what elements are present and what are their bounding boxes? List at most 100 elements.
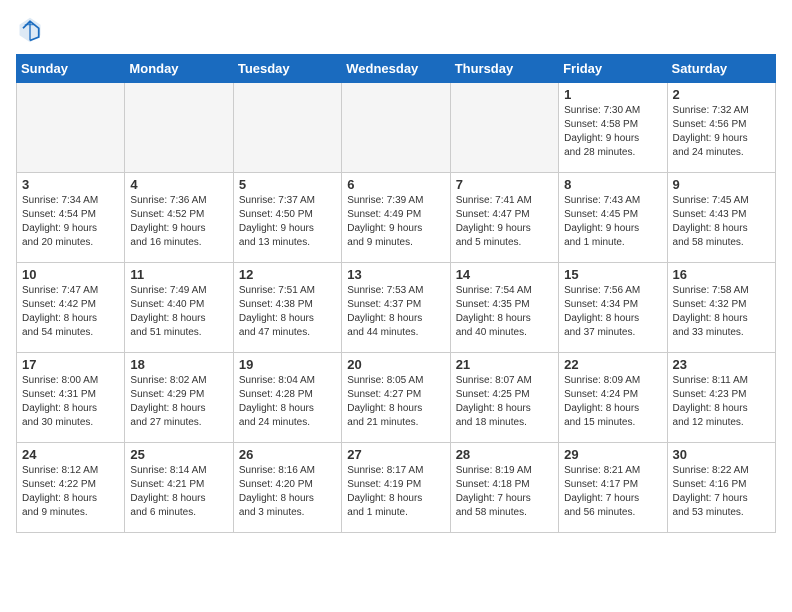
day-number: 17: [22, 357, 119, 372]
day-number: 24: [22, 447, 119, 462]
day-cell: 13 Sunrise: 7:53 AM Sunset: 4:37 PM Dayli…: [342, 263, 450, 353]
day-number: 19: [239, 357, 336, 372]
day-cell: 25 Sunrise: 8:14 AM Sunset: 4:21 PM Dayli…: [125, 443, 233, 533]
day-info: Sunrise: 8:21 AM Sunset: 4:17 PM Dayligh…: [564, 464, 661, 520]
week-row-5: 24 Sunrise: 8:12 AM Sunset: 4:22 PM Dayli…: [17, 443, 776, 533]
day-cell: 5 Sunrise: 7:37 AM Sunset: 4:50 PM Daylig…: [233, 173, 341, 263]
day-number: 22: [564, 357, 661, 372]
day-cell: [233, 83, 341, 173]
col-header-monday: Monday: [125, 55, 233, 83]
day-cell: [125, 83, 233, 173]
day-cell: 30Sunrise: 8:22 AM Sunset: 4:16 PM Dayli…: [667, 443, 775, 533]
day-cell: [450, 83, 558, 173]
day-info: Sunrise: 8:17 AM Sunset: 4:19 PM Dayligh…: [347, 464, 444, 520]
day-cell: 24 Sunrise: 8:12 AM Sunset: 4:22 PM Dayli…: [17, 443, 125, 533]
day-cell: 19Sunrise: 8:04 AM Sunset: 4:28 PM Dayli…: [233, 353, 341, 443]
day-info: Sunrise: 8:05 AM Sunset: 4:27 PM Dayligh…: [347, 374, 444, 430]
day-info: Sunrise: 7:53 AM Sunset: 4:37 PM Dayligh…: [347, 284, 444, 340]
day-number: 21: [456, 357, 553, 372]
calendar-table: SundayMondayTuesdayWednesdayThursdayFrid…: [16, 54, 776, 533]
day-number: 26: [239, 447, 336, 462]
day-info: Sunrise: 8:16 AM Sunset: 4:20 PM Dayligh…: [239, 464, 336, 520]
day-number: 18: [130, 357, 227, 372]
day-cell: 29 Sunrise: 8:21 AM Sunset: 4:17 PM Dayli…: [559, 443, 667, 533]
day-number: 6: [347, 177, 444, 192]
day-number: 10: [22, 267, 119, 282]
day-cell: [342, 83, 450, 173]
day-info: Sunrise: 7:30 AM Sunset: 4:58 PM Dayligh…: [564, 104, 661, 160]
week-row-1: 1 Sunrise: 7:30 AM Sunset: 4:58 PM Daylig…: [17, 83, 776, 173]
day-cell: 22 Sunrise: 8:09 AM Sunset: 4:24 PM Dayli…: [559, 353, 667, 443]
day-cell: 11 Sunrise: 7:49 AM Sunset: 4:40 PM Dayli…: [125, 263, 233, 353]
day-number: 28: [456, 447, 553, 462]
day-number: 23: [673, 357, 770, 372]
day-cell: [17, 83, 125, 173]
day-cell: 10Sunrise: 7:47 AM Sunset: 4:42 PM Dayli…: [17, 263, 125, 353]
day-info: Sunrise: 7:51 AM Sunset: 4:38 PM Dayligh…: [239, 284, 336, 340]
day-cell: 23 Sunrise: 8:11 AM Sunset: 4:23 PM Dayli…: [667, 353, 775, 443]
day-cell: 2 Sunrise: 7:32 AM Sunset: 4:56 PM Daylig…: [667, 83, 775, 173]
day-info: Sunrise: 8:09 AM Sunset: 4:24 PM Dayligh…: [564, 374, 661, 430]
day-cell: 15Sunrise: 7:56 AM Sunset: 4:34 PM Dayli…: [559, 263, 667, 353]
week-row-2: 3 Sunrise: 7:34 AM Sunset: 4:54 PM Daylig…: [17, 173, 776, 263]
day-number: 1: [564, 87, 661, 102]
day-info: Sunrise: 7:56 AM Sunset: 4:34 PM Dayligh…: [564, 284, 661, 340]
week-row-4: 17 Sunrise: 8:00 AM Sunset: 4:31 PM Dayli…: [17, 353, 776, 443]
day-number: 5: [239, 177, 336, 192]
day-number: 20: [347, 357, 444, 372]
day-number: 12: [239, 267, 336, 282]
day-cell: 12 Sunrise: 7:51 AM Sunset: 4:38 PM Dayli…: [233, 263, 341, 353]
day-info: Sunrise: 8:00 AM Sunset: 4:31 PM Dayligh…: [22, 374, 119, 430]
page-header: [16, 16, 776, 44]
day-cell: 21 Sunrise: 8:07 AM Sunset: 4:25 PM Dayli…: [450, 353, 558, 443]
day-cell: 26 Sunrise: 8:16 AM Sunset: 4:20 PM Dayli…: [233, 443, 341, 533]
day-info: Sunrise: 7:43 AM Sunset: 4:45 PM Dayligh…: [564, 194, 661, 250]
day-number: 25: [130, 447, 227, 462]
col-header-thursday: Thursday: [450, 55, 558, 83]
day-info: Sunrise: 7:34 AM Sunset: 4:54 PM Dayligh…: [22, 194, 119, 250]
day-info: Sunrise: 8:22 AM Sunset: 4:16 PM Dayligh…: [673, 464, 770, 520]
day-cell: 1 Sunrise: 7:30 AM Sunset: 4:58 PM Daylig…: [559, 83, 667, 173]
day-cell: 14Sunrise: 7:54 AM Sunset: 4:35 PM Dayli…: [450, 263, 558, 353]
day-cell: 6 Sunrise: 7:39 AM Sunset: 4:49 PM Daylig…: [342, 173, 450, 263]
day-info: Sunrise: 8:14 AM Sunset: 4:21 PM Dayligh…: [130, 464, 227, 520]
day-info: Sunrise: 8:11 AM Sunset: 4:23 PM Dayligh…: [673, 374, 770, 430]
day-cell: 20 Sunrise: 8:05 AM Sunset: 4:27 PM Dayli…: [342, 353, 450, 443]
day-number: 11: [130, 267, 227, 282]
day-info: Sunrise: 8:07 AM Sunset: 4:25 PM Dayligh…: [456, 374, 553, 430]
day-cell: 9 Sunrise: 7:45 AM Sunset: 4:43 PM Daylig…: [667, 173, 775, 263]
day-number: 7: [456, 177, 553, 192]
day-number: 2: [673, 87, 770, 102]
col-header-sunday: Sunday: [17, 55, 125, 83]
day-info: Sunrise: 7:39 AM Sunset: 4:49 PM Dayligh…: [347, 194, 444, 250]
day-info: Sunrise: 7:41 AM Sunset: 4:47 PM Dayligh…: [456, 194, 553, 250]
day-number: 4: [130, 177, 227, 192]
col-header-friday: Friday: [559, 55, 667, 83]
day-cell: 8 Sunrise: 7:43 AM Sunset: 4:45 PM Daylig…: [559, 173, 667, 263]
day-number: 3: [22, 177, 119, 192]
day-cell: 17 Sunrise: 8:00 AM Sunset: 4:31 PM Dayli…: [17, 353, 125, 443]
day-number: 8: [564, 177, 661, 192]
day-info: Sunrise: 7:45 AM Sunset: 4:43 PM Dayligh…: [673, 194, 770, 250]
logo-icon: [16, 16, 44, 44]
week-row-3: 10Sunrise: 7:47 AM Sunset: 4:42 PM Dayli…: [17, 263, 776, 353]
day-info: Sunrise: 7:58 AM Sunset: 4:32 PM Dayligh…: [673, 284, 770, 340]
day-number: 27: [347, 447, 444, 462]
day-info: Sunrise: 7:36 AM Sunset: 4:52 PM Dayligh…: [130, 194, 227, 250]
day-cell: 27 Sunrise: 8:17 AM Sunset: 4:19 PM Dayli…: [342, 443, 450, 533]
day-number: 29: [564, 447, 661, 462]
day-cell: 7 Sunrise: 7:41 AM Sunset: 4:47 PM Daylig…: [450, 173, 558, 263]
day-info: Sunrise: 8:02 AM Sunset: 4:29 PM Dayligh…: [130, 374, 227, 430]
col-header-wednesday: Wednesday: [342, 55, 450, 83]
day-cell: 3 Sunrise: 7:34 AM Sunset: 4:54 PM Daylig…: [17, 173, 125, 263]
day-cell: 28Sunrise: 8:19 AM Sunset: 4:18 PM Dayli…: [450, 443, 558, 533]
day-number: 13: [347, 267, 444, 282]
day-number: 9: [673, 177, 770, 192]
day-info: Sunrise: 7:49 AM Sunset: 4:40 PM Dayligh…: [130, 284, 227, 340]
col-header-saturday: Saturday: [667, 55, 775, 83]
day-info: Sunrise: 7:37 AM Sunset: 4:50 PM Dayligh…: [239, 194, 336, 250]
day-cell: 4 Sunrise: 7:36 AM Sunset: 4:52 PM Daylig…: [125, 173, 233, 263]
day-info: Sunrise: 8:12 AM Sunset: 4:22 PM Dayligh…: [22, 464, 119, 520]
header-row: SundayMondayTuesdayWednesdayThursdayFrid…: [17, 55, 776, 83]
day-info: Sunrise: 7:32 AM Sunset: 4:56 PM Dayligh…: [673, 104, 770, 160]
